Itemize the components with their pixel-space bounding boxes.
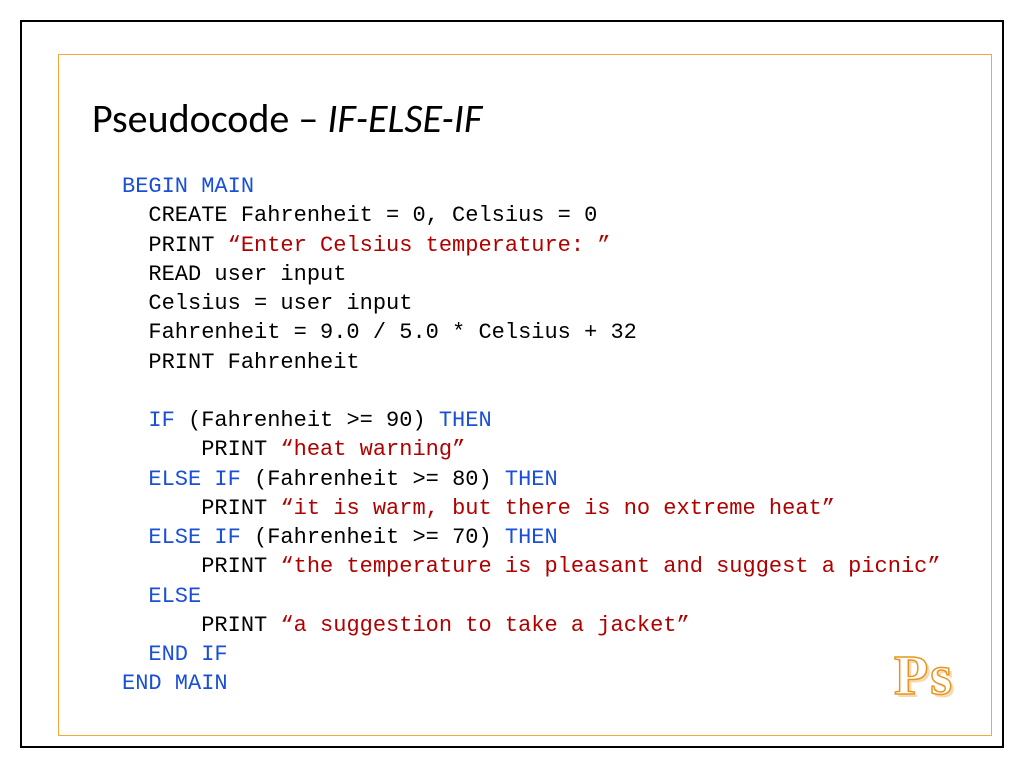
code-indent	[122, 525, 148, 550]
code-text: (Fahrenheit >= 70)	[241, 525, 505, 550]
code-line: PRINT	[122, 554, 280, 579]
title-plain: Pseudocode –	[92, 94, 327, 143]
slide-outer-frame: Pseudocode – IF-ELSE-IF BEGIN MAIN CREAT…	[20, 20, 1004, 748]
code-keyword: ELSE	[148, 584, 201, 609]
code-string: “a suggestion to take a jacket”	[280, 613, 689, 638]
code-indent	[122, 584, 148, 609]
code-keyword: ELSE IF	[148, 467, 240, 492]
code-keyword: THEN	[505, 525, 558, 550]
ps-logo: Ps	[894, 644, 954, 708]
code-line: END MAIN	[122, 671, 228, 696]
code-string: “heat warning”	[280, 437, 465, 462]
code-text: (Fahrenheit >= 80)	[241, 467, 505, 492]
code-line: CREATE Fahrenheit = 0, Celsius = 0	[122, 203, 597, 228]
code-indent	[122, 467, 148, 492]
code-line: BEGIN MAIN	[122, 174, 254, 199]
code-line: READ user input	[122, 262, 346, 287]
code-keyword: THEN	[439, 408, 492, 433]
code-indent	[122, 642, 148, 667]
code-line: Celsius = user input	[122, 291, 412, 316]
slide-title: Pseudocode – IF-ELSE-IF	[92, 94, 482, 143]
code-line: PRINT	[122, 233, 228, 258]
code-line: PRINT Fahrenheit	[122, 350, 360, 375]
code-text: (Fahrenheit >= 90)	[175, 408, 439, 433]
code-string: “Enter Celsius temperature: ”	[228, 233, 611, 258]
code-line: PRINT	[122, 437, 280, 462]
title-italic: IF-ELSE-IF	[327, 94, 482, 143]
code-keyword: END IF	[148, 642, 227, 667]
code-string: “the temperature is pleasant and suggest…	[280, 554, 940, 579]
code-line: PRINT	[122, 613, 280, 638]
code-keyword: THEN	[505, 467, 558, 492]
pseudocode-block: BEGIN MAIN CREATE Fahrenheit = 0, Celsiu…	[122, 172, 952, 699]
code-keyword: ELSE IF	[148, 525, 240, 550]
code-line: Fahrenheit = 9.0 / 5.0 * Celsius + 32	[122, 320, 637, 345]
code-string: “it is warm, but there is no extreme hea…	[280, 496, 835, 521]
code-keyword: IF	[148, 408, 174, 433]
code-line: PRINT	[122, 496, 280, 521]
code-indent	[122, 408, 148, 433]
